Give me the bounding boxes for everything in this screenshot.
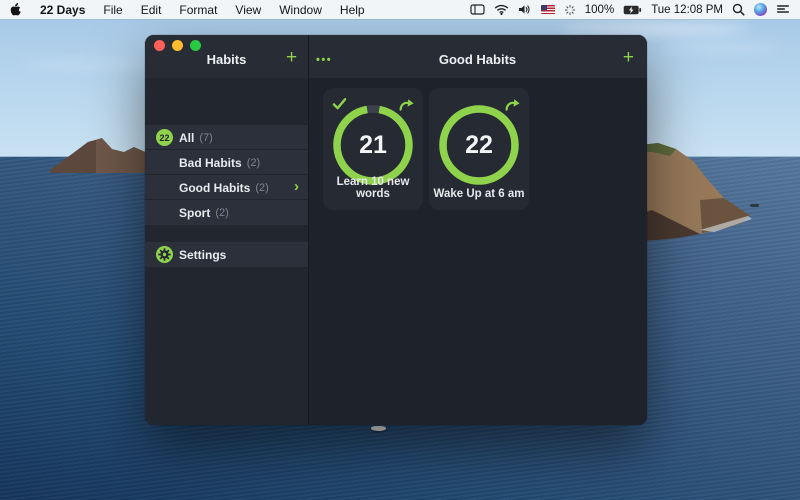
sidebar-item-count: (7) — [199, 132, 212, 144]
sidebar-item-label: Settings — [179, 248, 226, 262]
apple-icon — [9, 2, 22, 17]
habit-card[interactable]: 21 Learn 10 new words — [323, 88, 423, 210]
misc-status-icon[interactable] — [564, 0, 576, 19]
sidebar-item-settings[interactable]: Settings — [145, 242, 308, 267]
sidebar-item-bad-habits[interactable]: Bad Habits (2) — [145, 150, 308, 175]
notification-center-icon[interactable] — [776, 0, 790, 19]
input-source-flag-icon[interactable] — [541, 5, 555, 14]
sidebar-item-all[interactable]: 22 All (7) — [145, 125, 308, 150]
close-button[interactable] — [154, 40, 165, 51]
menu-clock[interactable]: Tue 12:08 PM — [651, 0, 723, 19]
menu-help[interactable]: Help — [331, 0, 374, 19]
sidebar-item-count: (2) — [215, 207, 228, 219]
spotlight-search-icon[interactable] — [732, 0, 745, 19]
siri-icon[interactable] — [754, 3, 767, 16]
habit-name: Wake Up at 6 am — [429, 188, 529, 200]
sidebar-item-label: Bad Habits — [179, 156, 242, 170]
menu-view[interactable]: View — [226, 0, 270, 19]
window-titlebar: Habits + ••• Good Habits + — [145, 35, 647, 78]
display-status-icon[interactable] — [470, 0, 485, 19]
streak-badge: 22 — [156, 129, 173, 146]
add-category-button[interactable]: + — [286, 48, 297, 68]
apple-menu[interactable] — [0, 0, 31, 19]
battery-percent[interactable]: 100% — [585, 0, 614, 19]
window-controls — [154, 40, 201, 51]
menu-window[interactable]: Window — [270, 0, 331, 19]
add-habit-button[interactable]: + — [623, 48, 634, 68]
volume-icon[interactable] — [518, 0, 532, 19]
menu-edit[interactable]: Edit — [132, 0, 171, 19]
sidebar-title: Habits — [145, 52, 308, 67]
sidebar-item-count: (2) — [247, 157, 260, 169]
sidebar-item-good-habits[interactable]: Good Habits (2) › — [145, 175, 308, 200]
sidebar-divider — [308, 35, 309, 425]
battery-icon[interactable] — [623, 0, 642, 19]
app-window: Habits + ••• Good Habits + 22 All (7) Ba… — [145, 35, 647, 425]
habits-panel: 21 Learn 10 new words — [309, 78, 647, 425]
menu-bar: 22 Days File Edit Format View Window Hel… — [0, 0, 800, 19]
sidebar-item-sport[interactable]: Sport (2) — [145, 200, 308, 225]
menu-file[interactable]: File — [94, 0, 131, 19]
menu-format[interactable]: Format — [170, 0, 226, 19]
sidebar-item-count: (2) — [255, 182, 268, 194]
menu-app-name[interactable]: 22 Days — [31, 0, 94, 19]
minimize-button[interactable] — [172, 40, 183, 51]
sidebar-item-label: Sport — [179, 206, 210, 220]
sidebar: 22 All (7) Bad Habits (2) Good Habits (2… — [145, 78, 308, 425]
streak-count: 21 — [323, 103, 423, 187]
zoom-button[interactable] — [190, 40, 201, 51]
habit-card[interactable]: 22 Wake Up at 6 am — [429, 88, 529, 210]
small-boat — [371, 426, 386, 431]
sidebar-item-label: All — [179, 131, 194, 145]
sidebar-item-label: Good Habits — [179, 181, 250, 195]
distant-boat — [750, 204, 759, 207]
wifi-icon[interactable] — [494, 0, 509, 19]
habit-name: Learn 10 new words — [323, 176, 423, 200]
page-title: Good Habits — [308, 52, 647, 67]
gear-icon — [156, 246, 173, 263]
streak-count: 22 — [429, 103, 529, 187]
chevron-right-icon: › — [294, 178, 299, 195]
